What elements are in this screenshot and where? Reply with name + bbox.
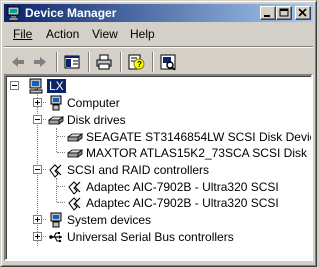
tree-line bbox=[57, 136, 65, 137]
minimize-icon bbox=[264, 15, 270, 17]
computer-icon bbox=[48, 95, 64, 111]
toolbar-separator bbox=[152, 52, 154, 72]
scsi-controller-icon bbox=[48, 162, 64, 178]
node-label: SEAGATE ST3146854LW SCSI Disk Device bbox=[86, 130, 313, 144]
menu-view-label: View bbox=[92, 27, 118, 41]
show-hide-tree-button[interactable] bbox=[62, 52, 82, 72]
computer-expander[interactable] bbox=[33, 98, 42, 107]
tree-line bbox=[56, 178, 57, 202]
system-devices-icon bbox=[48, 212, 64, 228]
maximize-button[interactable] bbox=[276, 6, 292, 20]
node-label: MAXTOR ATLAS15K2_73SCA SCSI Disk Device bbox=[86, 146, 311, 160]
node-label: System devices bbox=[67, 213, 152, 227]
node-label: Universal Serial Bus controllers bbox=[67, 230, 234, 244]
menu-view[interactable]: View bbox=[92, 27, 118, 41]
root-label: LX bbox=[47, 79, 66, 93]
toolbar-separator bbox=[88, 52, 90, 72]
maximize-icon bbox=[279, 8, 289, 17]
usb-expander[interactable] bbox=[33, 232, 42, 241]
root-expander[interactable] bbox=[10, 81, 19, 90]
window-title: Device Manager bbox=[25, 6, 117, 20]
close-icon bbox=[298, 8, 307, 17]
properties-help-icon: ? bbox=[128, 54, 145, 70]
computer-icon bbox=[28, 78, 44, 94]
menu-action-label: Action bbox=[46, 27, 80, 41]
title-bar[interactable]: Device Manager bbox=[4, 4, 313, 22]
scsi-expander[interactable] bbox=[33, 165, 42, 174]
usb-icon bbox=[48, 229, 64, 245]
scan-hardware-icon bbox=[160, 54, 176, 71]
scsi-controller-icon bbox=[67, 179, 83, 195]
menu-file-label: File bbox=[13, 27, 33, 41]
device-manager-window: Device Manager File Action View Help ? L… bbox=[0, 0, 317, 267]
disk-drives-expander[interactable] bbox=[33, 115, 42, 124]
menu-action[interactable]: Action bbox=[46, 27, 79, 41]
svg-text:?: ? bbox=[137, 60, 142, 69]
menu-bar: File Action View Help bbox=[4, 24, 313, 44]
print-button[interactable] bbox=[94, 52, 114, 72]
menu-file[interactable]: File bbox=[13, 27, 32, 41]
forward-arrow-icon bbox=[34, 57, 46, 67]
disk-drive-icon bbox=[66, 145, 84, 161]
node-label: Disk drives bbox=[67, 113, 126, 127]
device-manager-icon bbox=[6, 5, 22, 21]
node-label: Computer bbox=[67, 96, 120, 110]
tree-line bbox=[57, 152, 65, 153]
device-tree[interactable]: LX Computer Disk drives SEAGATE ST314685… bbox=[4, 74, 313, 261]
back-button[interactable] bbox=[8, 52, 28, 72]
print-icon bbox=[96, 54, 112, 70]
toolbar-separator bbox=[56, 52, 58, 72]
back-arrow-icon bbox=[12, 57, 24, 67]
tree-line bbox=[56, 128, 57, 152]
minimize-button[interactable] bbox=[260, 6, 276, 20]
system-devices-expander[interactable] bbox=[33, 215, 42, 224]
forward-button[interactable] bbox=[30, 52, 50, 72]
node-label: SCSI and RAID controllers bbox=[67, 163, 210, 177]
node-label: Adaptec AIC-7902B - Ultra320 SCSI bbox=[86, 196, 279, 210]
toolbar: ? bbox=[4, 46, 313, 74]
tree-line bbox=[57, 202, 65, 203]
toolbar-separator bbox=[120, 52, 122, 72]
disk-drive-icon bbox=[66, 129, 84, 145]
node-label: Adaptec AIC-7902B - Ultra320 SCSI bbox=[86, 180, 279, 194]
properties-button[interactable]: ? bbox=[126, 52, 146, 72]
show-hide-tree-icon bbox=[64, 55, 80, 69]
disk-drive-icon bbox=[47, 112, 65, 128]
scsi-controller-icon bbox=[67, 195, 83, 211]
tree-line bbox=[57, 186, 65, 187]
menu-help[interactable]: Help bbox=[130, 27, 155, 41]
scan-hardware-button[interactable] bbox=[158, 52, 178, 72]
menu-help-label: Help bbox=[130, 27, 155, 41]
close-button[interactable] bbox=[295, 6, 311, 20]
